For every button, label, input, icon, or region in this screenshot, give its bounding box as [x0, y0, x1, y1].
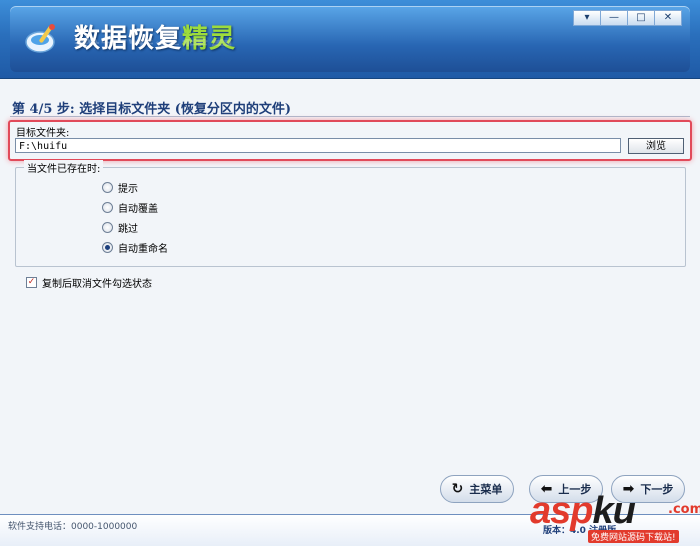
radio-option-auto-rename[interactable]: 自动重命名 [102, 240, 168, 255]
radio-button-icon[interactable] [102, 202, 113, 213]
app-logo-icon [25, 24, 55, 53]
radio-option-skip[interactable]: 跳过 [102, 220, 138, 235]
radio-option-prompt[interactable]: 提示 [102, 180, 138, 195]
radio-label: 自动重命名 [118, 244, 168, 255]
close-button[interactable]: ✕ [654, 10, 682, 26]
target-folder-input[interactable]: F:\huifu [15, 138, 621, 153]
app-window: 数据恢复精灵 数据恢复精灵 ▾ — □ ✕ 第 4/5 步: 选择目标文件夹 (… [0, 0, 700, 546]
watermark-domain: .com [668, 502, 700, 517]
target-folder-label: 目标文件夹: [16, 128, 70, 139]
app-title-reflection-main: 数据恢复 [74, 39, 182, 47]
checkbox-checked-icon[interactable]: ✓ [26, 277, 37, 288]
radio-label: 提示 [118, 184, 138, 195]
checkbox-label: 复制后取消文件勾选状态 [42, 279, 152, 290]
divider [10, 116, 690, 117]
watermark-brand-a: asp [530, 490, 593, 532]
title-banner: 数据恢复精灵 数据恢复精灵 ▾ — □ ✕ [0, 0, 700, 79]
app-title-reflection-accent: 精灵 [182, 39, 236, 47]
menu-dropdown-button[interactable]: ▾ [573, 10, 601, 26]
browse-button[interactable]: 浏览 [628, 138, 684, 154]
radio-label: 自动覆盖 [118, 204, 158, 215]
status-support-text: 软件支持电话：0000-1000000 [8, 522, 138, 532]
radio-button-icon[interactable] [102, 222, 113, 233]
window-controls: ▾ — □ ✕ [573, 10, 682, 26]
step-title: 第 4/5 步: 选择目标文件夹 (恢复分区内的文件) [12, 102, 292, 117]
radio-button-selected-icon[interactable] [102, 242, 113, 253]
radio-option-overwrite[interactable]: 自动覆盖 [102, 200, 158, 215]
watermark-logo: aspku .com 免费网站源码下载站! [530, 490, 700, 546]
refresh-icon: ↻ [451, 481, 464, 497]
main-menu-label: 主菜单 [469, 483, 503, 496]
app-title-reflection: 数据恢复精灵 [74, 39, 236, 50]
radio-label: 跳过 [118, 224, 138, 235]
main-menu-button[interactable]: ↻ 主菜单 [440, 475, 514, 503]
watermark-brand-b: ku [592, 490, 635, 532]
radio-button-icon[interactable] [102, 182, 113, 193]
watermark-subtitle: 免费网站源码下载站! [588, 530, 679, 543]
file-exists-legend: 当文件已存在时: [24, 160, 104, 175]
minimize-button[interactable]: — [600, 10, 628, 26]
maximize-button[interactable]: □ [627, 10, 655, 26]
watermark-brand: aspku [530, 490, 636, 533]
uncheck-after-copy-option[interactable]: ✓ 复制后取消文件勾选状态 [26, 275, 152, 290]
